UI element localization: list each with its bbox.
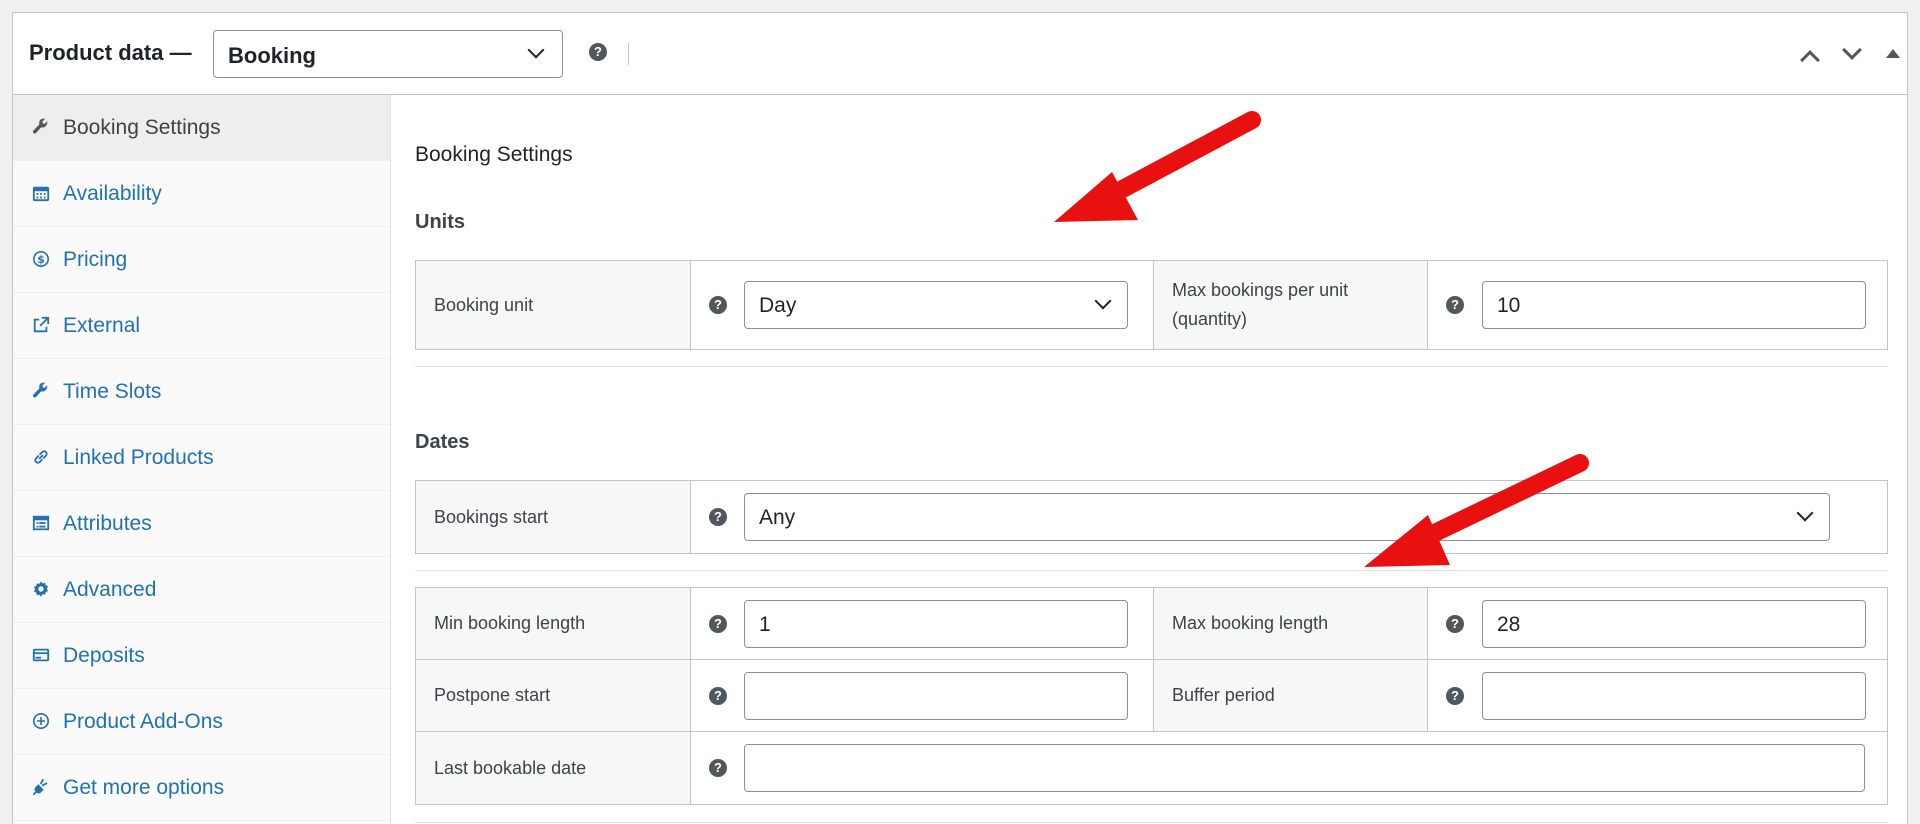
max-booking-length-cell: ? 28 [1428, 588, 1888, 659]
dollar-icon: $ [30, 248, 52, 270]
booking-length-row: Min booking length ? 1 Max booking lengt… [416, 588, 1887, 660]
tab-label: Pricing [63, 248, 128, 271]
help-icon[interactable]: ? [709, 508, 727, 526]
booking-unit-label: Booking unit [416, 261, 691, 349]
min-booking-length-label: Min booking length [416, 588, 691, 659]
gear-icon [30, 578, 52, 600]
last-bookable-date-input[interactable] [744, 744, 1865, 792]
product-data-tabs: Booking Settings Availability $ Pricing … [13, 95, 391, 824]
help-icon[interactable]: ? [709, 687, 727, 705]
tab-label: Availability [63, 182, 162, 205]
booking-settings-panel: Booking Settings Units Booking unit ? Da… [391, 95, 1907, 824]
collapse-toggle-icon[interactable] [1886, 49, 1900, 58]
postpone-start-cell: ? [691, 660, 1153, 731]
tab-availability[interactable]: Availability [13, 161, 390, 227]
plus-circle-icon [30, 710, 52, 732]
help-icon[interactable]: ? [589, 43, 607, 61]
panel-header: Product data — Booking ? [13, 13, 1907, 95]
wrench-icon [30, 116, 52, 138]
bookings-start-row: Bookings start ? Any [416, 481, 1887, 553]
units-grid: Booking unit ? Day Max bookings per unit… [415, 260, 1888, 350]
svg-text:$: $ [37, 253, 45, 266]
tab-attributes[interactable]: Attributes [13, 491, 390, 557]
tab-label: Get more options [63, 776, 225, 799]
move-up-icon[interactable] [1800, 50, 1820, 70]
dates-heading: Dates [415, 431, 470, 453]
max-bookings-cell: ? 10 [1428, 261, 1888, 349]
help-icon[interactable]: ? [1446, 296, 1464, 314]
buffer-period-label: Buffer period [1153, 660, 1428, 731]
bookings-start-label: Bookings start [416, 481, 691, 553]
booking-unit-cell: ? Day [691, 261, 1153, 349]
tab-booking-settings[interactable]: Booking Settings [13, 95, 390, 161]
product-data-panel: Product data — Booking ? Booking Setting… [12, 12, 1908, 824]
tab-label: Product Add-Ons [63, 710, 223, 733]
tab-deposits[interactable]: Deposits [13, 623, 390, 689]
postpone-start-input[interactable] [744, 672, 1128, 720]
tab-get-more-options[interactable]: Get more options [13, 755, 390, 821]
header-divider [628, 43, 629, 65]
calendar-icon [30, 182, 52, 204]
tab-label: External [63, 314, 141, 337]
last-bookable-row: Last bookable date ? [416, 732, 1887, 804]
postpone-start-label: Postpone start [416, 660, 691, 731]
tab-advanced[interactable]: Advanced [13, 557, 390, 623]
external-link-icon [30, 314, 52, 336]
tab-linked-products[interactable]: Linked Products [13, 425, 390, 491]
last-bookable-date-cell: ? [691, 732, 1887, 804]
list-icon [30, 512, 52, 534]
section-divider [415, 570, 1888, 571]
bookings-start-cell: ? Any [691, 481, 1887, 553]
units-row: Booking unit ? Day Max bookings per unit… [416, 261, 1887, 349]
tab-pricing[interactable]: $ Pricing [13, 227, 390, 293]
max-bookings-label: Max bookings per unit (quantity) [1153, 261, 1428, 349]
section-divider [415, 366, 1888, 367]
panel-title: Product data — [29, 40, 192, 65]
help-icon[interactable]: ? [1446, 615, 1464, 633]
move-down-icon[interactable] [1842, 40, 1862, 60]
product-type-value: Booking [228, 43, 316, 68]
tab-label: Deposits [63, 644, 145, 667]
help-icon[interactable]: ? [709, 615, 727, 633]
section-divider [415, 822, 1888, 823]
tab-external[interactable]: External [13, 293, 390, 359]
tab-product-add-ons[interactable]: Product Add-Ons [13, 689, 390, 755]
buffer-period-cell: ? [1428, 660, 1888, 731]
max-bookings-input[interactable]: 10 [1482, 281, 1866, 329]
tab-label: Attributes [63, 512, 152, 535]
min-booking-length-cell: ? 1 [691, 588, 1153, 659]
tab-time-slots[interactable]: Time Slots [13, 359, 390, 425]
help-icon[interactable]: ? [709, 759, 727, 777]
card-icon [30, 644, 52, 666]
postpone-buffer-row: Postpone start ? Buffer period ? [416, 660, 1887, 732]
min-booking-length-input[interactable]: 1 [744, 600, 1128, 648]
wrench-icon [30, 380, 52, 402]
chevron-down-icon [1094, 292, 1112, 310]
max-booking-length-input[interactable]: 28 [1482, 600, 1866, 648]
units-heading: Units [415, 211, 465, 233]
tab-label: Booking Settings [63, 116, 221, 139]
chevron-down-icon [527, 41, 545, 59]
plugin-icon [30, 776, 52, 798]
bookings-start-select[interactable]: Any [744, 493, 1830, 541]
tab-label: Time Slots [63, 380, 162, 403]
booking-length-grid: Min booking length ? 1 Max booking lengt… [415, 587, 1888, 805]
buffer-period-input[interactable] [1482, 672, 1866, 720]
bookings-start-grid: Bookings start ? Any [415, 480, 1888, 554]
last-bookable-date-label: Last bookable date [416, 732, 691, 804]
chevron-down-icon [1796, 504, 1814, 522]
max-booking-length-label: Max booking length [1153, 588, 1428, 659]
booking-unit-select[interactable]: Day [744, 281, 1128, 329]
link-icon [30, 446, 52, 468]
tab-label: Linked Products [63, 446, 214, 469]
tab-label: Advanced [63, 578, 157, 601]
help-icon[interactable]: ? [709, 296, 727, 314]
section-title: Booking Settings [415, 143, 573, 166]
help-icon[interactable]: ? [1446, 687, 1464, 705]
product-type-select[interactable]: Booking [213, 30, 563, 78]
